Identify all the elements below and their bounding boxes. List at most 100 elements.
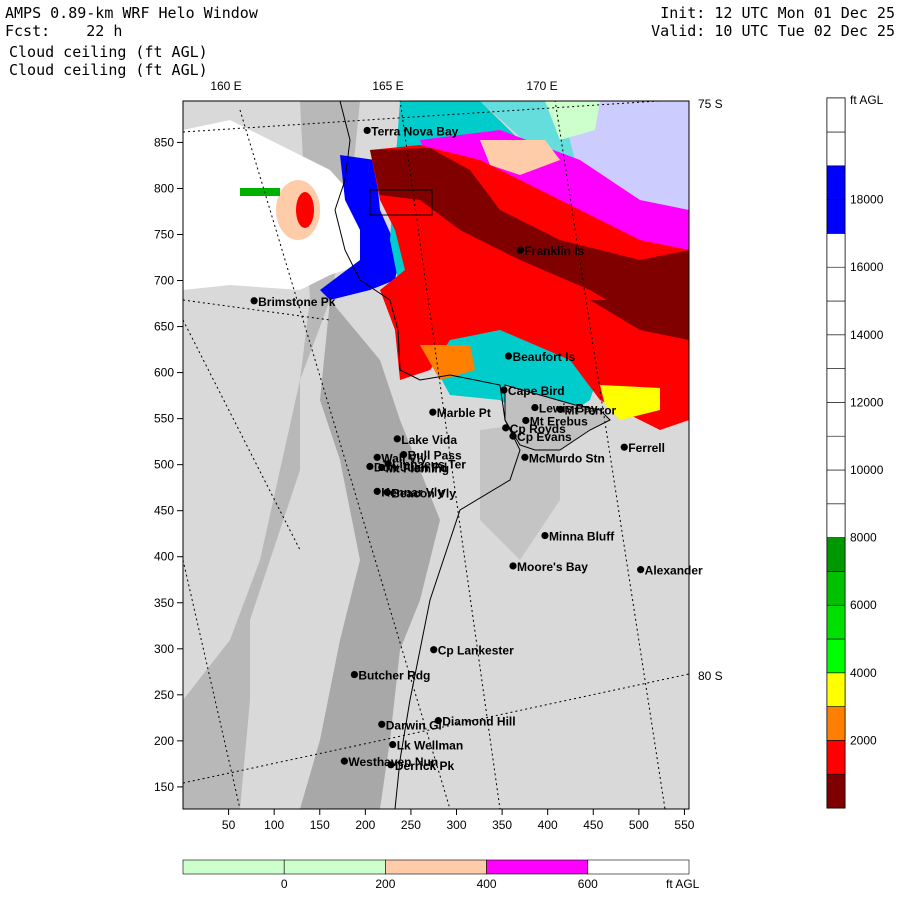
- legend-right-label: 14000: [850, 328, 884, 342]
- y-tick-label: 150: [154, 780, 174, 794]
- legend-right-swatch: [826, 706, 846, 741]
- y-tick-label: 500: [154, 458, 174, 472]
- place-marker: [620, 443, 628, 451]
- map-canvas: Terra Nova Bay Franklin Is Brimstone Pk Bea…: [154, 79, 884, 891]
- lon-label-160: 160 E: [210, 79, 241, 93]
- place-marker: [434, 717, 442, 725]
- legend-right-label: 12000: [850, 395, 884, 409]
- legend-bottom-swatch: [283, 859, 386, 875]
- x-tick-label: 550: [674, 818, 694, 832]
- lat-label-80: 80 S: [698, 669, 723, 683]
- y-tick-label: 600: [154, 366, 174, 380]
- place-label: McMurdo Stn: [529, 451, 605, 465]
- y-tick-label: 750: [154, 227, 174, 241]
- place-marker: [541, 531, 549, 540]
- legend-bottom-swatch: [486, 859, 589, 875]
- place-marker: [340, 757, 348, 765]
- legend-right-swatch: [826, 740, 846, 775]
- place-marker: [250, 297, 258, 305]
- legend-bottom-swatch: [182, 859, 285, 875]
- place-label: Darwin Gl: [386, 718, 442, 732]
- y-tick-label: 400: [154, 550, 174, 564]
- legend-right-swatch: [826, 233, 846, 268]
- y-tick-label: 800: [154, 181, 174, 195]
- y-tick-label: 350: [154, 596, 174, 610]
- place-label: Alexander: [645, 564, 703, 578]
- legend-bottom-label: 200: [375, 877, 395, 891]
- x-tick-label: 300: [446, 818, 466, 832]
- legend-bottom-label: 600: [578, 877, 598, 891]
- place-label: Diamond Hill: [442, 715, 515, 729]
- place-marker: [522, 416, 530, 425]
- place-marker: [500, 386, 508, 394]
- legend-bottom-label: 0: [281, 877, 288, 891]
- place-label: Brimstone Pk: [258, 295, 336, 309]
- legend-right-swatch: [826, 435, 846, 471]
- y-tick-label: 850: [154, 135, 174, 149]
- x-tick-label: 350: [492, 818, 512, 832]
- x-tick-label: 500: [629, 818, 649, 832]
- legend-right-unit: ft AGL: [850, 93, 884, 107]
- legend-bottom: ft AGL 0 200 400 600: [182, 859, 700, 891]
- legend-right-label: 18000: [850, 193, 884, 207]
- legend-bottom-label: 400: [477, 877, 497, 891]
- place-marker: [383, 488, 391, 496]
- place-label: Derrick Pk: [395, 759, 455, 773]
- x-tick-label: 450: [583, 818, 603, 832]
- place-marker: [509, 562, 517, 570]
- place-label: Ferrell: [628, 441, 665, 455]
- legend-right-label: 6000: [850, 598, 877, 612]
- place-marker: [504, 352, 513, 360]
- place-label: Mt Erebus: [530, 414, 588, 428]
- y-tick-label: 200: [154, 734, 174, 748]
- place-marker: [387, 761, 395, 769]
- lon-label-165: 165 E: [372, 79, 403, 93]
- x-tick-label: 400: [538, 818, 558, 832]
- legend-right-label: 8000: [850, 531, 877, 545]
- place-marker: [389, 740, 397, 749]
- legend-right-swatch: [826, 571, 846, 606]
- place-marker: [502, 424, 510, 432]
- place-label: Butcher Rdg: [358, 669, 430, 683]
- legend-right-label: 16000: [850, 260, 884, 274]
- legend-right-swatch: [826, 638, 846, 674]
- place-label: Cp Evans: [517, 430, 572, 444]
- place-label: Franklin Is: [524, 244, 584, 258]
- legend-right-swatch: [826, 165, 846, 200]
- legend-right-swatch: [826, 604, 846, 640]
- legend-bottom-swatch: [385, 859, 487, 875]
- place-marker: [521, 453, 529, 461]
- legend-right-swatch: [826, 503, 846, 538]
- y-tick-label: 700: [154, 274, 174, 288]
- place-label: Beacon Vly: [391, 486, 456, 500]
- legend-right-swatch: [826, 402, 846, 437]
- place-marker: [531, 403, 539, 412]
- x-tick-label: 100: [264, 818, 284, 832]
- place-label: Beaufort Is: [512, 350, 575, 364]
- x-tick-label: 200: [355, 818, 375, 832]
- legend-right-label: 10000: [850, 463, 884, 477]
- legend-right-swatch: [826, 334, 846, 369]
- legend-right-swatch: [826, 773, 846, 809]
- place-marker: [363, 126, 371, 135]
- place-marker: [378, 463, 386, 472]
- legend-right: ft AGL 18000 16000 14000 12000 10000 8000 6000…: [826, 93, 884, 809]
- y-tick-label: 650: [154, 320, 174, 334]
- place-marker: [429, 408, 437, 416]
- place-label: Lk Wellman: [397, 739, 463, 753]
- place-marker: [384, 460, 392, 468]
- x-tick-label: 150: [310, 818, 330, 832]
- y-tick-label: 300: [154, 642, 174, 656]
- x-tick-label: 250: [401, 818, 421, 832]
- legend-bottom-unit: ft AGL: [666, 877, 700, 891]
- place-label: Cape Bird: [508, 384, 565, 398]
- legend-right-swatch: [826, 131, 846, 167]
- y-tick-label: 450: [154, 504, 174, 518]
- legend-right-swatch: [826, 672, 846, 707]
- x-tick-label: 50: [222, 818, 236, 832]
- legend-bottom-swatch: [587, 859, 690, 875]
- y-tick-label: 250: [154, 688, 174, 702]
- legend-right-label: 4000: [850, 666, 877, 680]
- place-label: Marble Pt: [437, 406, 491, 420]
- place-marker: [373, 487, 381, 495]
